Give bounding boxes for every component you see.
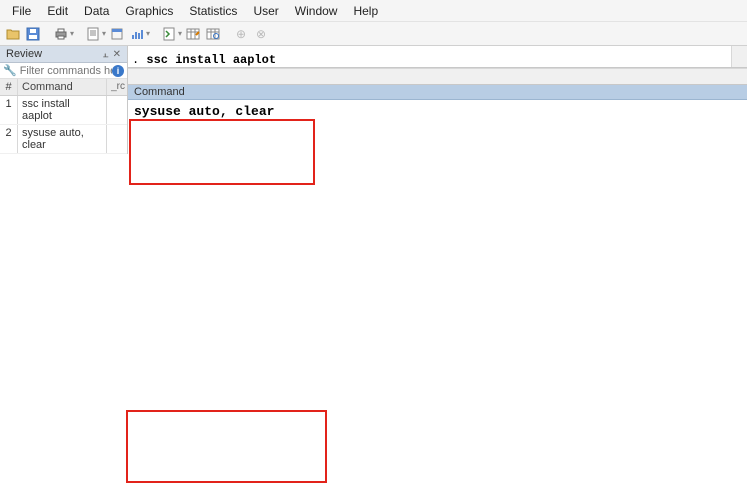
log-icon[interactable] <box>84 25 102 43</box>
history-row[interactable]: 2 sysuse auto, clear <box>0 125 127 154</box>
review-header: Review ⫠ ✕ <box>0 46 127 63</box>
more-icon[interactable]: ⊕ <box>232 25 250 43</box>
data-browser-icon[interactable] <box>204 25 222 43</box>
results-output[interactable]: . ssc install aaplot checking aaplot con… <box>128 46 747 67</box>
break-icon[interactable]: ⊗ <box>252 25 270 43</box>
filter-row: 🔧 i <box>0 63 127 79</box>
results-panel: . ssc install aaplot checking aaplot con… <box>128 46 747 68</box>
viewer-icon[interactable] <box>108 25 126 43</box>
menubar: File Edit Data Graphics Statistics User … <box>0 0 747 22</box>
col-cmd-header[interactable]: Command <box>18 79 107 95</box>
menu-window[interactable]: Window <box>287 2 346 20</box>
command-input[interactable] <box>134 104 741 150</box>
dropdown-icon[interactable]: ▾ <box>178 29 182 38</box>
scrollbar-vertical[interactable] <box>731 46 747 67</box>
review-panel: Review ⫠ ✕ 🔧 i # Command _rc 1 ssc insta… <box>0 46 128 154</box>
filter-pin-icon[interactable]: ⫠ <box>103 49 109 60</box>
info-icon[interactable]: i <box>112 65 124 77</box>
graph-icon[interactable] <box>128 25 146 43</box>
command-history-list: 1 ssc install aaplot 2 sysuse auto, clea… <box>0 96 127 154</box>
data-editor-icon[interactable] <box>184 25 202 43</box>
dropdown-icon[interactable]: ▾ <box>102 29 106 38</box>
history-row[interactable]: 1 ssc install aaplot <box>0 96 127 125</box>
filter-input[interactable] <box>20 65 112 77</box>
close-panel-icon[interactable]: ✕ <box>113 49 121 60</box>
review-title: Review <box>6 48 42 60</box>
menu-edit[interactable]: Edit <box>39 2 76 20</box>
open-icon[interactable] <box>4 25 22 43</box>
dropdown-icon[interactable]: ▾ <box>146 29 150 38</box>
menu-graphics[interactable]: Graphics <box>117 2 181 20</box>
review-columns-header: # Command _rc <box>0 79 127 96</box>
wrench-icon[interactable]: 🔧 <box>3 64 17 77</box>
col-num-header[interactable]: # <box>0 79 18 95</box>
menu-help[interactable]: Help <box>345 2 386 20</box>
menu-data[interactable]: Data <box>76 2 117 20</box>
save-icon[interactable] <box>24 25 42 43</box>
print-icon[interactable] <box>52 25 70 43</box>
menu-file[interactable]: File <box>4 2 39 20</box>
col-rc-header[interactable]: _rc <box>107 79 127 95</box>
command-panel-title: Command <box>128 85 747 100</box>
menu-user[interactable]: User <box>245 2 286 20</box>
scrollbar-horizontal[interactable] <box>128 68 747 84</box>
annotation-box <box>126 410 327 483</box>
do-editor-icon[interactable] <box>160 25 178 43</box>
dropdown-icon[interactable]: ▾ <box>70 29 74 38</box>
menu-statistics[interactable]: Statistics <box>181 2 245 20</box>
command-panel: Command <box>128 84 747 154</box>
toolbar: ▾ ▾ ▾ ▾ ⊕ ⊗ <box>0 22 747 46</box>
